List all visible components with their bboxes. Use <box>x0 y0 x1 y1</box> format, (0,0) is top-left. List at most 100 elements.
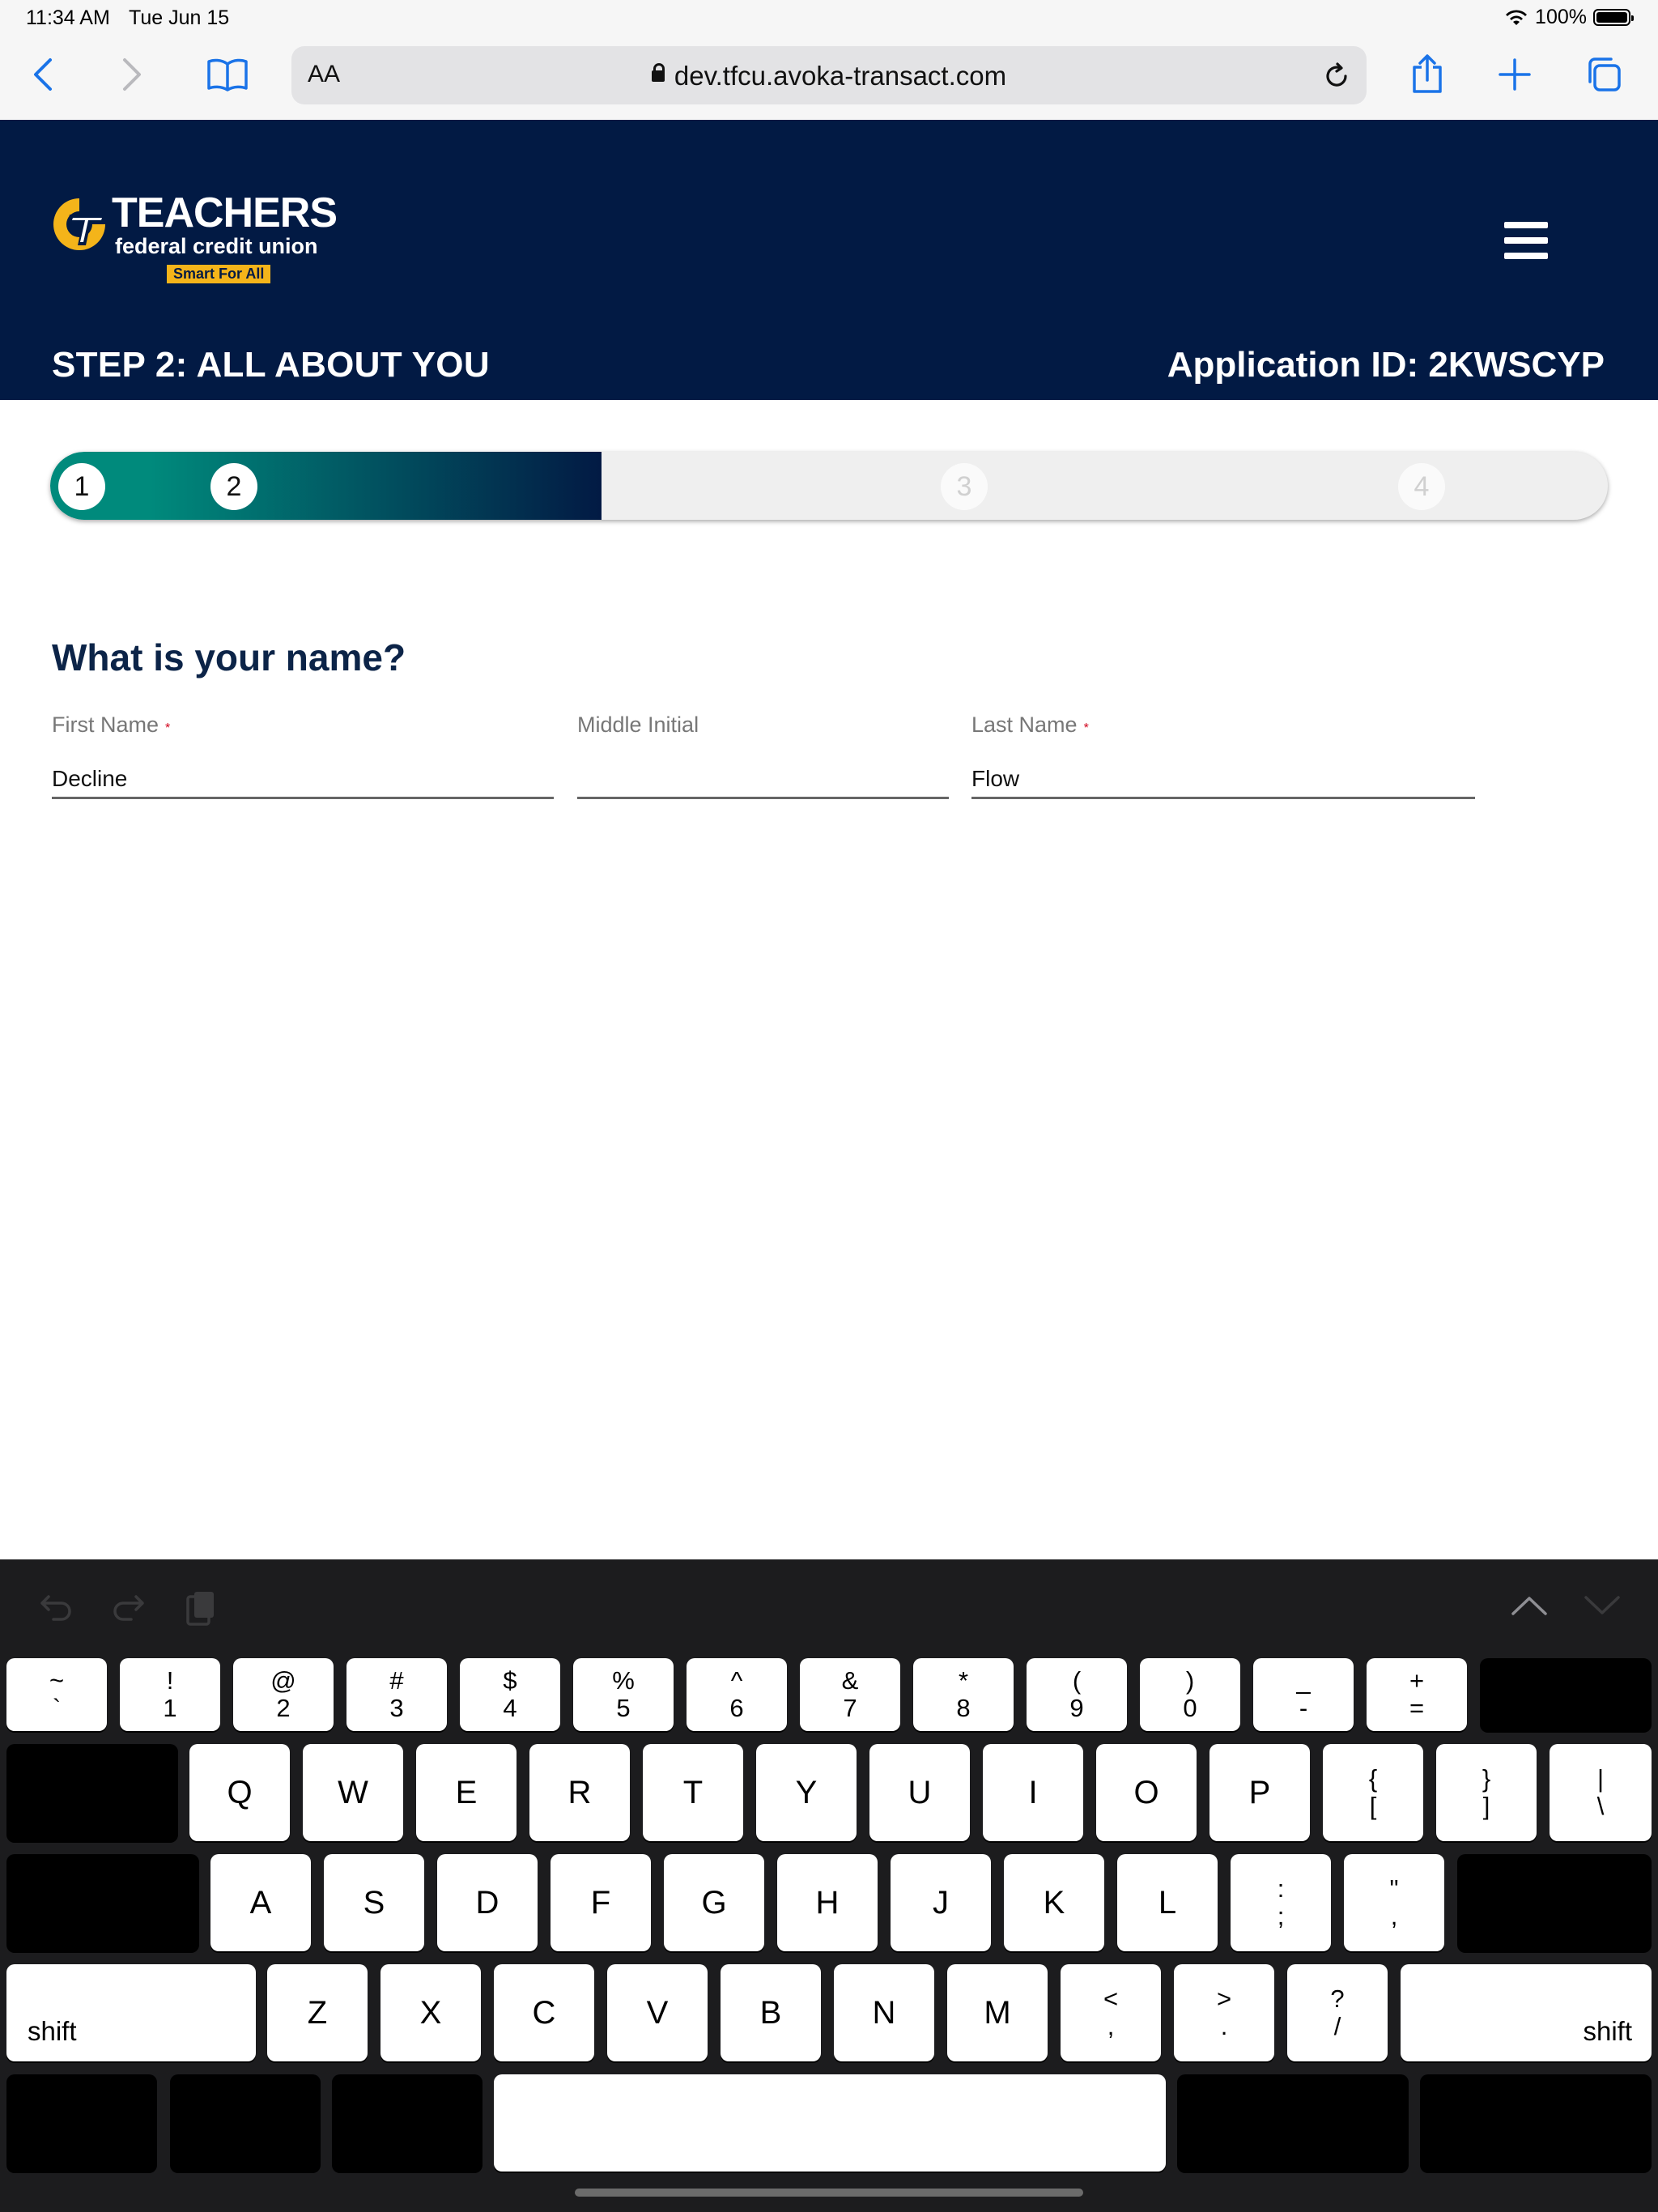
key-o[interactable]: O <box>1096 1744 1197 1841</box>
key-quote[interactable]: ", <box>1344 1854 1444 1951</box>
first-name-input[interactable] <box>52 761 554 799</box>
key-caps-lock[interactable] <box>6 1854 199 1951</box>
key-7[interactable]: & 7 <box>800 1658 900 1731</box>
key-equals[interactable]: + = <box>1367 1658 1467 1731</box>
key-r[interactable]: R <box>529 1744 630 1841</box>
key-c[interactable]: C <box>494 1964 594 2061</box>
key-dismiss-keyboard[interactable] <box>1420 2074 1652 2172</box>
key-p[interactable]: P <box>1209 1744 1310 1841</box>
chevron-up-icon[interactable] <box>1511 1595 1548 1616</box>
key-3[interactable]: #3 <box>346 1658 447 1731</box>
key-4[interactable]: $4 <box>460 1658 560 1731</box>
undo-icon[interactable] <box>39 1590 73 1623</box>
forward-button[interactable] <box>104 50 160 99</box>
key-g[interactable]: G <box>664 1854 764 1951</box>
menu-button[interactable] <box>1504 222 1548 259</box>
lock-icon <box>651 63 665 83</box>
key-slash[interactable]: ? / <box>1287 1964 1388 2061</box>
status-right: 100% <box>1504 6 1634 29</box>
url-text: dev.tfcu.avoka-transact.com <box>674 61 1007 91</box>
step-2-indicator[interactable]: 2 <box>210 463 257 510</box>
key-0[interactable]: ) 0 <box>1140 1658 1240 1731</box>
key-space[interactable] <box>494 2074 1166 2172</box>
key-return[interactable] <box>1457 1854 1652 1951</box>
site-header: TEACHERS federal credit union Smart For … <box>0 120 1658 400</box>
key-d[interactable]: D <box>437 1854 538 1951</box>
key-q[interactable]: Q <box>189 1744 290 1841</box>
key-y[interactable]: Y <box>756 1744 857 1841</box>
status-bar: 11:34 AM Tue Jun 15 100% <box>0 0 1658 36</box>
key-numbers[interactable] <box>170 2074 321 2172</box>
key-delete[interactable] <box>1480 1658 1652 1731</box>
step-4-indicator[interactable]: 4 <box>1398 463 1445 510</box>
key-backslash[interactable]: | \ <box>1550 1744 1652 1841</box>
step-3-indicator[interactable]: 3 <box>941 463 988 510</box>
brand-logo[interactable]: TEACHERS federal credit union Smart For … <box>50 189 342 286</box>
key-8[interactable]: * 8 <box>913 1658 1014 1731</box>
key-z[interactable]: Z <box>267 1964 368 2061</box>
key-right-bracket[interactable]: }] <box>1436 1744 1537 1841</box>
url-display[interactable]: dev.tfcu.avoka-transact.com <box>291 61 1367 91</box>
new-tab-button[interactable] <box>1486 50 1543 99</box>
reload-icon[interactable] <box>1323 62 1350 90</box>
key-u[interactable]: U <box>869 1744 970 1841</box>
key-semicolon[interactable]: :; <box>1231 1854 1331 1951</box>
key-tab[interactable] <box>6 1744 178 1841</box>
key-l[interactable]: L <box>1117 1854 1218 1951</box>
chevron-left-icon <box>34 58 52 91</box>
paste-icon[interactable] <box>185 1590 217 1627</box>
key-numbers-right[interactable] <box>1177 2074 1409 2172</box>
key-dictation[interactable] <box>332 2074 483 2172</box>
logo-tagline: Smart For All <box>167 265 271 283</box>
battery-icon <box>1593 9 1634 26</box>
key-5[interactable]: % 5 <box>573 1658 674 1731</box>
redo-icon[interactable] <box>112 1590 146 1623</box>
chevron-down-icon[interactable] <box>1584 1595 1621 1616</box>
key-shift-right[interactable]: shift <box>1401 1964 1652 2061</box>
last-name-input[interactable] <box>971 761 1475 799</box>
key-s[interactable]: S <box>324 1854 424 1951</box>
key-backtick[interactable]: ~ ` <box>6 1658 107 1731</box>
step-progress-bar: 1 2 3 4 <box>50 452 1608 520</box>
address-bar[interactable]: AA dev.tfcu.avoka-transact.com <box>291 46 1367 104</box>
logo-wordmark: TEACHERS <box>112 189 338 236</box>
key-n[interactable]: N <box>834 1964 934 2061</box>
key-period[interactable]: >. <box>1174 1964 1274 2061</box>
battery-percent: 100% <box>1535 6 1587 28</box>
hamburger-icon-line <box>1504 253 1548 259</box>
key-9[interactable]: (9 <box>1027 1658 1127 1731</box>
key-globe[interactable] <box>6 2074 157 2172</box>
key-shift-left[interactable]: shift <box>6 1964 256 2061</box>
share-icon <box>1413 54 1442 93</box>
key-k[interactable]: K <box>1004 1854 1104 1951</box>
key-1[interactable]: ! 1 <box>120 1658 220 1731</box>
key-minus[interactable]: _ - <box>1253 1658 1354 1731</box>
key-x[interactable]: X <box>380 1964 481 2061</box>
key-j[interactable]: J <box>891 1854 991 1951</box>
key-h[interactable]: H <box>777 1854 878 1951</box>
key-a[interactable]: A <box>210 1854 311 1951</box>
key-6[interactable]: ^ 6 <box>687 1658 787 1731</box>
home-indicator[interactable] <box>575 2189 1083 2197</box>
key-e[interactable]: E <box>416 1744 517 1841</box>
key-f[interactable]: F <box>551 1854 651 1951</box>
key-2[interactable]: @2 <box>233 1658 334 1731</box>
key-left-bracket[interactable]: {[ <box>1323 1744 1423 1841</box>
key-t[interactable]: T <box>643 1744 743 1841</box>
first-name-label: First Name <box>52 713 159 737</box>
last-name-field: Last Name * <box>971 713 1475 799</box>
key-i[interactable]: I <box>983 1744 1083 1841</box>
tabs-button[interactable] <box>1575 50 1632 99</box>
share-button[interactable] <box>1399 50 1456 99</box>
step-1-indicator[interactable]: 1 <box>58 463 105 510</box>
middle-initial-input[interactable] <box>577 761 949 799</box>
key-m[interactable]: M <box>947 1964 1048 2061</box>
book-icon <box>207 58 248 91</box>
chevron-right-icon <box>123 58 141 91</box>
back-button[interactable] <box>15 50 71 99</box>
bookmarks-button[interactable] <box>199 50 256 99</box>
key-w[interactable]: W <box>303 1744 403 1841</box>
key-b[interactable]: B <box>721 1964 821 2061</box>
key-v[interactable]: V <box>607 1964 708 2061</box>
key-comma[interactable]: <, <box>1061 1964 1161 2061</box>
